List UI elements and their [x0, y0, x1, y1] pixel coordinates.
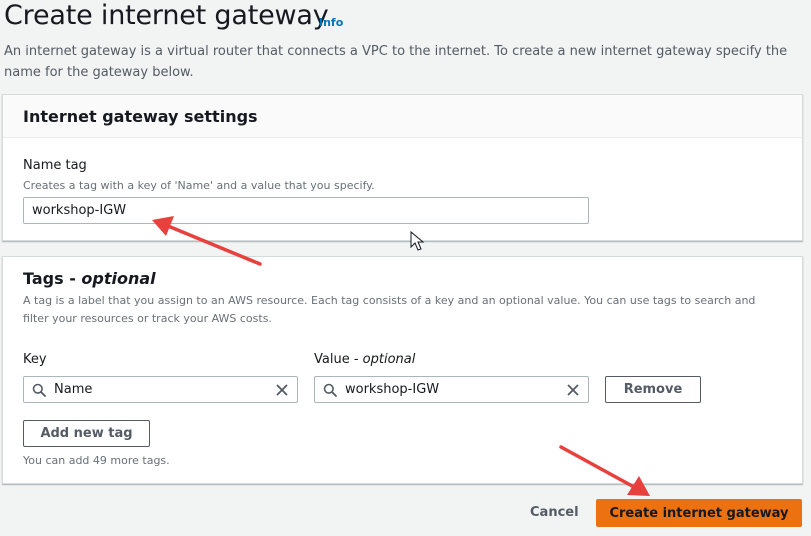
clear-value-icon[interactable] [558, 383, 588, 397]
tags-title-optional: optional [81, 269, 156, 288]
tag-key-input[interactable]: Name [23, 376, 298, 403]
tag-value-input[interactable]: workshop-IGW [314, 376, 589, 403]
create-internet-gateway-button[interactable]: Create internet gateway [596, 499, 802, 527]
name-tag-input[interactable]: workshop-IGW [23, 197, 589, 224]
tags-panel: Tags - optional A tag is a label that yo… [2, 256, 803, 484]
tag-value-value: workshop-IGW [345, 382, 440, 397]
value-label-optional: optional [362, 352, 416, 367]
cancel-button[interactable]: Cancel [530, 505, 579, 520]
value-label: Value - optional [314, 352, 415, 367]
value-label-main: Value - [314, 352, 363, 367]
page-description: An internet gateway is a virtual router … [4, 44, 788, 80]
settings-panel: Internet gateway settings Name tag Creat… [2, 94, 803, 241]
remaining-tags-hint: You can add 49 more tags. [23, 454, 170, 467]
name-tag-hint: Creates a tag with a key of 'Name' and a… [23, 179, 375, 192]
search-icon [24, 383, 54, 397]
tags-panel-title: Tags - optional [23, 269, 156, 288]
tag-key-value: Name [54, 382, 93, 397]
page-title: Create internet gateway [4, 0, 329, 31]
tags-description: A tag is a label that you assign to an A… [23, 294, 756, 325]
key-label: Key [23, 352, 47, 367]
clear-key-icon[interactable] [267, 383, 297, 397]
settings-panel-title: Internet gateway settings [23, 106, 258, 126]
name-tag-input-value: workshop-IGW [32, 203, 127, 218]
info-link[interactable]: Info [319, 16, 343, 29]
tags-title-main: Tags - [23, 269, 82, 288]
name-tag-label: Name tag [23, 158, 87, 173]
search-icon [315, 383, 345, 397]
add-new-tag-button[interactable]: Add new tag [23, 420, 150, 447]
remove-tag-button[interactable]: Remove [605, 376, 701, 403]
settings-panel-header: Internet gateway settings [3, 95, 802, 138]
